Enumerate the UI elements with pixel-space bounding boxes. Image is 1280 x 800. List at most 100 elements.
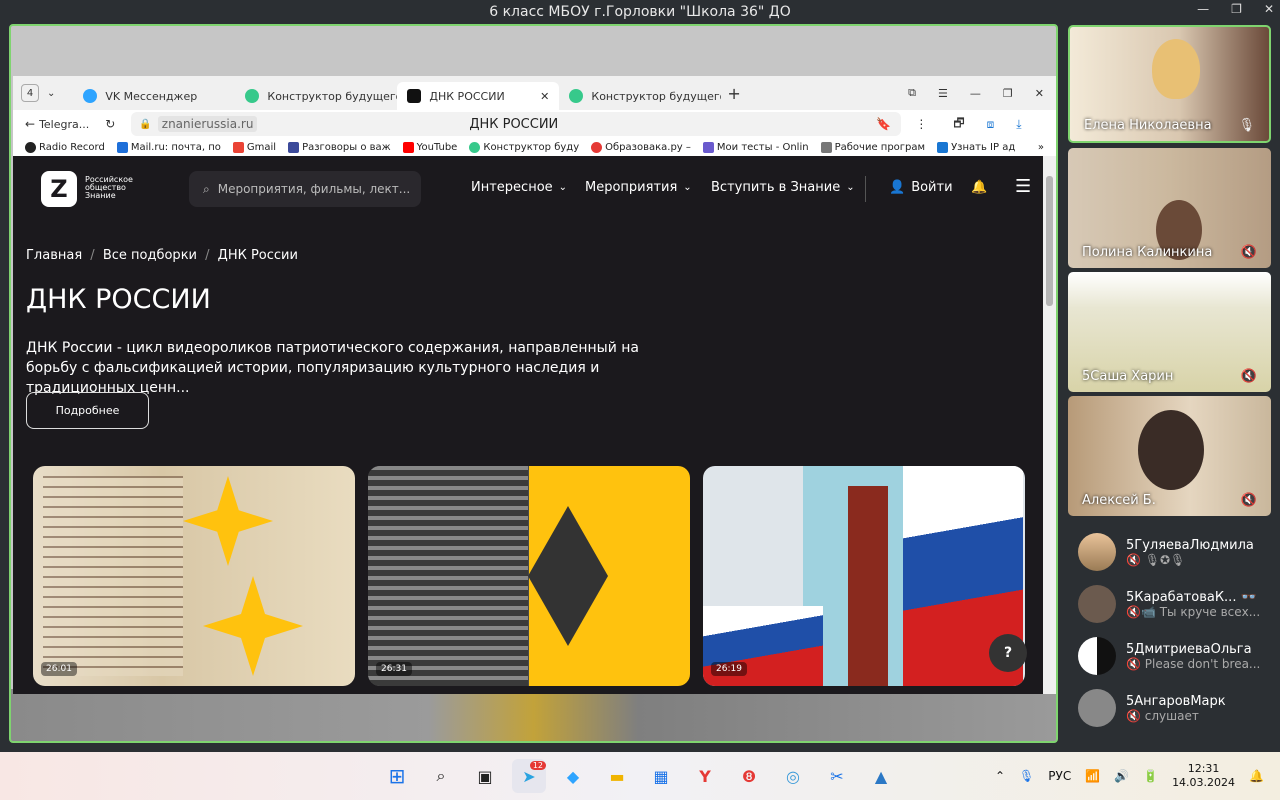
page-scrollbar[interactable] xyxy=(1043,156,1056,694)
search-icon[interactable]: ⌕ xyxy=(424,759,458,793)
tab-count-badge[interactable]: 4 xyxy=(21,84,39,102)
extension-icon[interactable]: ⧈ xyxy=(987,117,995,132)
input-language[interactable]: РУС xyxy=(1048,769,1071,783)
photos-icon[interactable]: ▲ xyxy=(864,759,898,793)
back-label[interactable]: Telegra... xyxy=(39,118,89,131)
login-button[interactable]: 👤 Войти xyxy=(889,180,953,195)
youtube-icon xyxy=(402,141,414,153)
notifications-bell-icon[interactable]: 🔔 xyxy=(971,180,987,195)
window-controls: — ❐ ✕ xyxy=(1197,2,1274,16)
task-view-icon[interactable]: ▣ xyxy=(468,759,502,793)
bookmark-item[interactable]: YouTube xyxy=(402,141,457,153)
more-vert-icon[interactable]: ⋮ xyxy=(915,117,927,131)
video-card-kremlin[interactable]: 26:19 xyxy=(703,466,1025,686)
bookmarks-overflow-icon[interactable]: » xyxy=(1038,142,1044,153)
more-button[interactable]: Подробнее xyxy=(26,392,149,429)
list-item[interactable]: 5ГуляеваЛюдмила 🔇 🎙✪🎙 xyxy=(1078,528,1268,576)
battery-icon[interactable]: 🔋 xyxy=(1143,769,1158,783)
browser-close-icon[interactable]: ✕ xyxy=(1035,87,1044,100)
breadcrumb-collections[interactable]: Все подборки xyxy=(103,248,197,263)
sphere-app-icon[interactable]: ◎ xyxy=(776,759,810,793)
nav-interesting[interactable]: Интересное ⌄ xyxy=(471,180,567,195)
vk-icon xyxy=(83,89,98,103)
site-search-input[interactable]: ⌕ Мероприятия, фильмы, лект... xyxy=(189,171,421,207)
browser-minimize-icon[interactable]: — xyxy=(970,87,981,100)
razgovory-icon xyxy=(288,141,300,153)
bookmark-item[interactable]: Образовака.ру – xyxy=(591,141,691,153)
avatar xyxy=(1078,689,1116,727)
participant-tile[interactable]: Полина Калинкина 🔇 xyxy=(1068,148,1271,268)
tab-konstruktor[interactable]: Конструктор будущего xyxy=(235,82,397,110)
start-windows-icon[interactable]: ⊞ xyxy=(380,759,414,793)
tab-dnk[interactable]: ДНК РОССИИ ✕ xyxy=(397,82,560,110)
manuscript-text-lines xyxy=(43,476,183,676)
hamburger-menu-icon[interactable]: ☰ xyxy=(1015,176,1031,197)
mic-on-icon: 🎙 xyxy=(1238,118,1255,133)
telegram-icon[interactable]: ➤ 12 xyxy=(512,759,546,793)
yandex-browser-icon[interactable]: Y xyxy=(688,759,722,793)
snipping-tool-icon[interactable]: ✂ xyxy=(820,759,854,793)
reload-icon[interactable]: ↻ xyxy=(105,117,115,131)
avatar xyxy=(1078,585,1116,623)
translate-icon[interactable]: 🗗 xyxy=(953,114,964,135)
bookmark-item[interactable]: Мои тесты - Onlin xyxy=(702,141,809,153)
vk-messenger-icon[interactable]: ◆ xyxy=(556,759,590,793)
znanie-logo-icon[interactable]: Z xyxy=(41,171,77,207)
participant-tile[interactable]: 5Саша Харин 🔇 xyxy=(1068,272,1271,392)
minimize-button[interactable]: — xyxy=(1197,2,1209,16)
breadcrumb-home[interactable]: Главная xyxy=(26,248,82,263)
bookmark-item[interactable]: Radio Record xyxy=(25,141,105,153)
breadcrumb-separator: / xyxy=(90,248,95,263)
browser-maximize-icon[interactable]: ❐ xyxy=(1003,87,1013,100)
glasses-icon: 👓 xyxy=(1240,589,1257,605)
participant-tile[interactable]: Алексей Б. 🔇 xyxy=(1068,396,1271,516)
video-card-manuscript[interactable]: 26:01 xyxy=(33,466,355,686)
document-icon xyxy=(820,141,832,153)
znanie-icon xyxy=(407,89,422,103)
odnoklassniki-icon[interactable]: ❽ xyxy=(732,759,766,793)
bookmark-star-icon[interactable]: 🔖 xyxy=(876,117,891,131)
list-item[interactable]: 5ДмитриеваОльга 🔇 Please don't brea... xyxy=(1078,632,1268,680)
store-icon[interactable]: ▦ xyxy=(644,759,678,793)
maximize-button[interactable]: ❐ xyxy=(1231,2,1242,16)
participant-tile[interactable]: Елена Николаевна 🎙 xyxy=(1068,25,1271,143)
camera-icon: 📹 xyxy=(1140,604,1160,619)
blurred-desktop-strip xyxy=(11,689,1056,741)
tab-list-chevron-icon[interactable]: ⌄ xyxy=(47,88,55,99)
wifi-icon[interactable]: 📶 xyxy=(1085,769,1100,783)
back-arrow-icon[interactable]: ← xyxy=(25,117,35,131)
url-field[interactable]: 🔒 znanierussia.ru ДНК РОССИИ 🔖 xyxy=(131,112,902,136)
nav-join[interactable]: Вступить в Знание ⌄ xyxy=(711,180,855,195)
close-tab-icon[interactable]: ✕ xyxy=(540,90,549,103)
bookmark-item[interactable]: Gmail xyxy=(232,141,276,153)
window-title: 6 класс МБОУ г.Горловки "Школа 36" ДО xyxy=(489,4,791,20)
help-chat-icon[interactable]: ? xyxy=(989,634,1027,672)
bookmark-item[interactable]: Разговоры о важ xyxy=(288,141,391,153)
scrollbar-thumb[interactable] xyxy=(1046,176,1053,306)
notifications-icon[interactable]: 🔔 xyxy=(1249,769,1264,783)
tab-manager-icon[interactable]: ⧉ xyxy=(908,86,916,100)
list-item[interactable]: 5АнгаровМарк 🔇 слушает xyxy=(1078,684,1268,732)
file-explorer-icon[interactable]: ▬ xyxy=(600,759,634,793)
list-item[interactable]: 5КарабатоваК... 👓 🔇📹 Ты круче всех... xyxy=(1078,580,1268,628)
new-tab-icon[interactable]: + xyxy=(727,84,740,103)
bookmark-item[interactable]: Рабочие програм xyxy=(820,141,925,153)
microphone-icon[interactable]: 🎙 xyxy=(1019,769,1034,783)
bookmark-item[interactable]: Конструктор буду xyxy=(469,141,579,153)
browser-menu-icon[interactable]: ☰ xyxy=(938,87,948,100)
bookmark-item[interactable]: Узнать IP ад xyxy=(937,141,1015,153)
mailru-icon xyxy=(116,141,128,153)
nav-events[interactable]: Мероприятия ⌄ xyxy=(585,180,692,195)
close-button[interactable]: ✕ xyxy=(1264,2,1274,16)
downloads-icon[interactable]: ⤓ xyxy=(1016,117,1021,132)
tab-vk[interactable]: VK Мессенджер xyxy=(73,82,235,110)
breadcrumb-separator: / xyxy=(205,248,210,263)
avatar xyxy=(1078,533,1116,571)
video-card-assembly[interactable]: 26:31 xyxy=(368,466,690,686)
clock[interactable]: 12:31 14.03.2024 xyxy=(1172,762,1235,790)
chevron-down-icon: ⌄ xyxy=(683,182,692,193)
bookmark-item[interactable]: Mail.ru: почта, по xyxy=(116,141,221,153)
volume-icon[interactable]: 🔊 xyxy=(1114,769,1129,783)
tab-konstruktor-2[interactable]: Конструктор будущего xyxy=(559,82,721,110)
chevron-up-icon[interactable]: ⌃ xyxy=(995,769,1005,783)
